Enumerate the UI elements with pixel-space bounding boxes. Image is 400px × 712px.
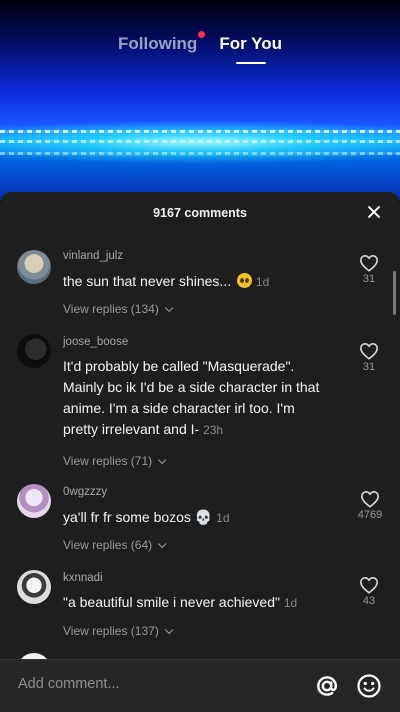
view-replies-label: View replies (64) <box>63 538 153 552</box>
view-replies-button[interactable]: View replies (137) <box>63 624 174 638</box>
light-streak <box>0 140 400 143</box>
like-button[interactable]: 31 <box>354 342 384 373</box>
active-tab-indicator <box>235 62 266 64</box>
comment-body: the sun that never shines... <box>63 273 232 289</box>
comment-body: It'd probably be called "Masquerade". Ma… <box>63 358 320 437</box>
notification-dot <box>198 31 206 38</box>
tab-following-label: Following <box>118 34 198 53</box>
tab-for-you[interactable]: For You <box>219 34 282 64</box>
close-icon[interactable] <box>366 204 382 220</box>
scrollbar[interactable] <box>393 271 396 315</box>
comment-username[interactable]: 0wgzzzy <box>63 486 107 498</box>
avatar[interactable] <box>17 484 51 518</box>
like-button[interactable]: 4769 <box>350 490 390 521</box>
heart-icon <box>359 254 379 272</box>
like-button[interactable]: 43 <box>354 576 384 607</box>
comment-body: "a beautiful smile i never achieved" <box>63 594 280 610</box>
view-replies-label: View replies (134) <box>63 302 159 316</box>
avatar[interactable] <box>17 250 51 284</box>
heart-icon <box>359 342 379 360</box>
comments-sheet: 9167 comments vinland_julz the sun that … <box>0 192 400 711</box>
tab-for-you-label: For You <box>219 34 282 53</box>
comment-time: 1d <box>283 596 298 610</box>
video-background[interactable] <box>0 0 400 200</box>
pleading-face-emoji-icon <box>237 273 252 288</box>
view-replies-button[interactable]: View replies (71) <box>63 454 167 468</box>
view-replies-label: View replies (71) <box>63 454 153 468</box>
comment-text: ya'll fr fr some bozos 💀 1d <box>63 507 333 529</box>
comment-username[interactable]: kxnnadi <box>63 572 103 584</box>
tab-following[interactable]: Following <box>118 31 206 54</box>
top-nav: Following For You <box>0 31 400 66</box>
comment-count: 9167 comments <box>153 206 247 220</box>
avatar[interactable] <box>17 334 51 368</box>
comment-text: the sun that never shines... 1d <box>63 271 333 293</box>
chevron-down-icon <box>158 455 167 465</box>
view-replies-button[interactable]: View replies (134) <box>63 302 174 316</box>
heart-icon <box>359 576 379 594</box>
view-replies-button[interactable]: View replies (64) <box>63 538 167 552</box>
smiley-icon <box>357 674 381 698</box>
comments-header: 9167 comments <box>0 192 400 234</box>
comment-time: 1d <box>255 275 270 289</box>
like-button[interactable]: 31 <box>354 254 384 285</box>
add-comment-input[interactable]: Add comment... <box>18 676 120 692</box>
skull-emoji-icon: 💀 <box>194 509 213 525</box>
like-count: 43 <box>362 595 376 607</box>
comment-text: "a beautiful smile i never achieved" 1d <box>63 592 333 614</box>
comment-time: 1d <box>216 511 230 525</box>
mention-button[interactable] <box>314 673 340 699</box>
comment-time: 23h <box>203 423 224 437</box>
comment-body: ya'll fr fr some bozos <box>63 509 191 525</box>
chevron-down-icon <box>164 303 174 313</box>
heart-icon <box>360 490 380 508</box>
comment-text: It'd probably be called "Masquerade". Ma… <box>63 356 333 441</box>
like-count: 31 <box>362 273 376 285</box>
light-streak <box>0 130 400 133</box>
chevron-down-icon <box>158 539 167 549</box>
at-sign-icon <box>317 676 337 696</box>
view-replies-label: View replies (137) <box>63 624 159 638</box>
like-count: 31 <box>362 361 376 373</box>
add-comment-bar: Add comment... <box>0 659 400 712</box>
chevron-down-icon <box>164 625 174 635</box>
avatar[interactable] <box>17 570 51 604</box>
light-streak <box>0 152 400 155</box>
like-count: 4769 <box>357 509 383 521</box>
comment-username[interactable]: vinland_julz <box>63 250 123 262</box>
emoji-button[interactable] <box>356 673 382 699</box>
comment-username[interactable]: joose_boose <box>63 336 128 348</box>
